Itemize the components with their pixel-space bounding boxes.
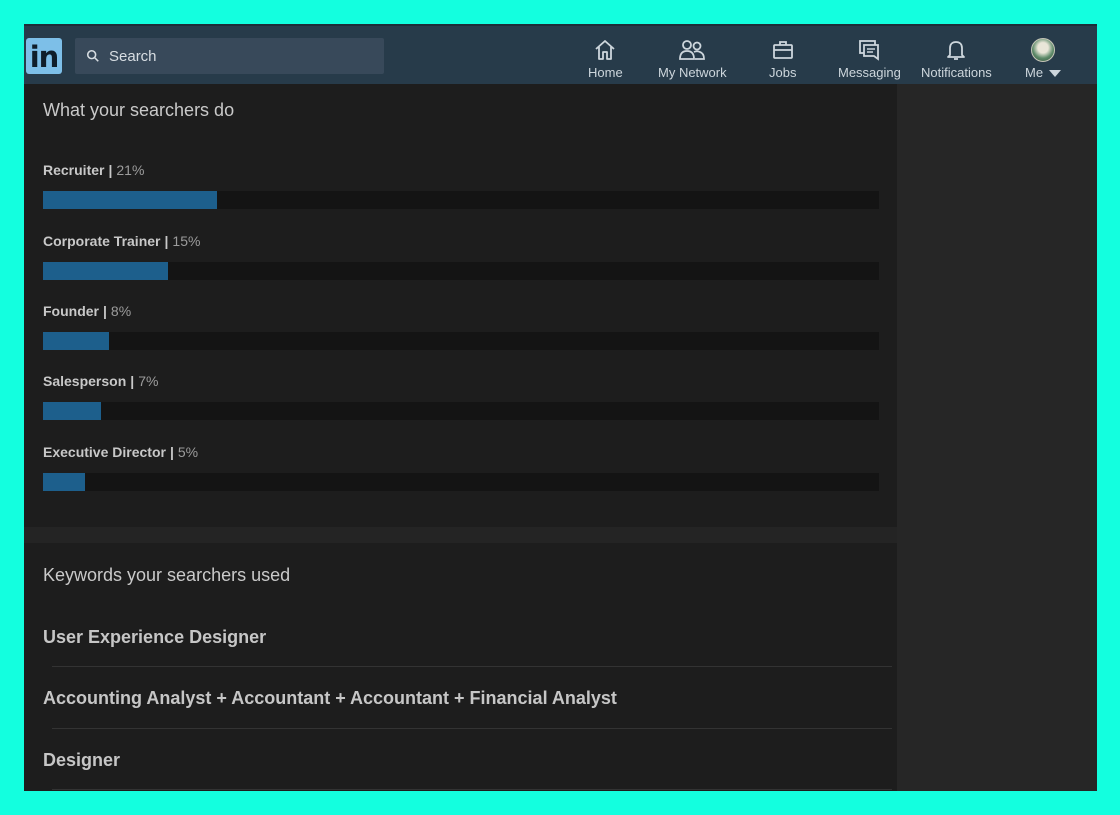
bar-track <box>43 191 879 209</box>
bar-track <box>43 332 879 350</box>
separator: | <box>169 444 174 460</box>
searcher-bar-item: Corporate Trainer | 15% <box>43 233 879 280</box>
nav-me[interactable]: Me <box>1025 38 1062 80</box>
searcher-label: Corporate Trainer | 15% <box>43 233 879 249</box>
nav-jobs-label: Jobs <box>769 65 797 80</box>
searcher-title: Recruiter <box>43 162 105 178</box>
nav-me-label-wrap: Me <box>1025 65 1062 80</box>
card-gap <box>24 527 897 543</box>
bar-track <box>43 473 879 491</box>
divider <box>52 789 892 790</box>
nav-me-label: Me <box>1025 65 1044 80</box>
searcher-title: Salesperson <box>43 373 127 389</box>
keywords-card: Keywords your searchers used User Experi… <box>24 543 897 791</box>
searcher-percent: 8% <box>110 303 132 319</box>
searcher-label: Founder | 8% <box>43 303 879 319</box>
network-icon <box>679 40 706 60</box>
searcher-percent: 21% <box>116 162 145 178</box>
nav-notifications-label: Notifications <box>921 65 992 80</box>
nav-notifications[interactable]: Notifications <box>921 38 992 80</box>
searcher-label: Executive Director | 5% <box>43 444 879 460</box>
searcher-title: Founder <box>43 303 99 319</box>
nav-home[interactable]: Home <box>588 38 623 80</box>
keyword-item[interactable]: Designer <box>43 750 120 771</box>
searcher-percent: 5% <box>177 444 199 460</box>
messaging-icon <box>859 40 880 61</box>
nav-jobs[interactable]: Jobs <box>769 38 796 80</box>
nav-messaging-label: Messaging <box>838 65 901 80</box>
searcher-label: Recruiter | 21% <box>43 162 879 178</box>
bar-track <box>43 262 879 280</box>
separator: | <box>108 162 113 178</box>
bar-fill <box>43 402 101 420</box>
nav-messaging[interactable]: Messaging <box>838 38 901 80</box>
bar-fill <box>43 262 168 280</box>
home-icon <box>595 40 615 60</box>
keywords-title: Keywords your searchers used <box>43 565 291 585</box>
divider <box>52 666 892 667</box>
bar-fill <box>43 332 109 350</box>
separator: | <box>103 303 107 319</box>
searcher-title: Executive Director <box>43 444 166 460</box>
bar-track <box>43 402 879 420</box>
keyword-item[interactable]: User Experience Designer <box>43 627 266 648</box>
searcher-label: Salesperson | 7% <box>43 373 879 389</box>
searcher-bar-item: Salesperson | 7% <box>43 373 879 420</box>
app-window: in Home My Netwo <box>24 24 1097 791</box>
bar-fill <box>43 191 217 209</box>
keyword-item[interactable]: Accounting Analyst + Accountant + Accoun… <box>43 688 617 709</box>
caret-down-icon <box>1049 70 1062 78</box>
searcher-bar-item: Executive Director | 5% <box>43 444 879 491</box>
nav-my-network[interactable]: My Network <box>658 38 727 80</box>
searcher-percent: 15% <box>172 233 201 249</box>
divider <box>52 728 892 729</box>
searcher-bar-item: Recruiter | 21% <box>43 162 879 209</box>
top-navbar: in Home My Netwo <box>24 24 1097 84</box>
briefcase-icon <box>772 41 793 59</box>
bar-fill <box>43 473 85 491</box>
searchers-card: What your searchers do Recruiter | 21% Corp… <box>24 84 897 527</box>
bell-icon <box>947 41 966 60</box>
searcher-bar-item: Founder | 8% <box>43 303 879 350</box>
searchers-title: What your searchers do <box>43 100 235 120</box>
searcher-percent: 7% <box>138 373 159 389</box>
separator: | <box>130 373 135 389</box>
avatar[interactable] <box>1031 38 1056 62</box>
searcher-title: Corporate Trainer <box>43 233 161 249</box>
right-rail <box>897 84 1097 791</box>
nav-home-label: Home <box>588 65 623 80</box>
nav-my-network-label: My Network <box>658 65 727 80</box>
separator: | <box>164 233 169 249</box>
